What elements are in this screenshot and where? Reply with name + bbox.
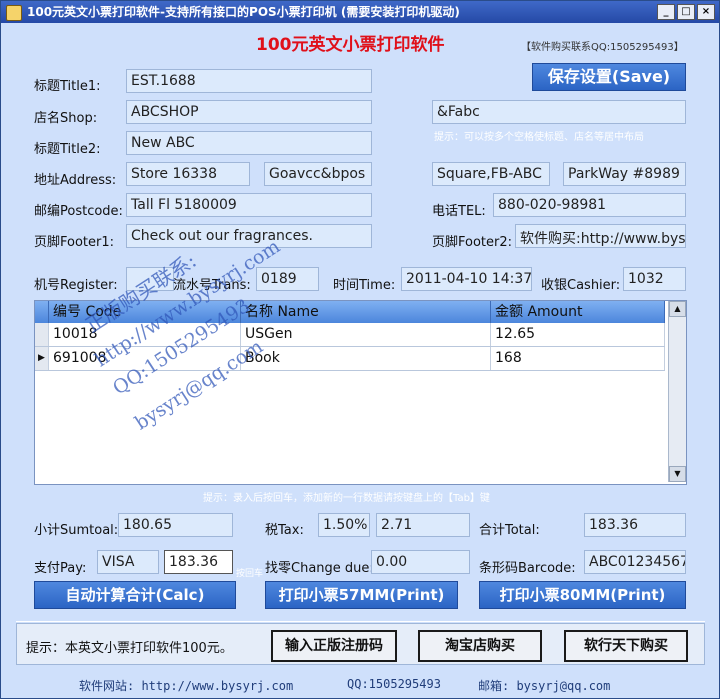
footer2-field[interactable]: 软件购买:http://www.bysyrj <box>515 224 686 248</box>
taobao-buy-button[interactable]: 淘宝店购买 <box>418 630 542 662</box>
pay-amount-input[interactable]: 183.36 <box>164 550 233 574</box>
title-bar: 100元英文小票打印软件-支持所有接口的POS小票打印机 (需要安装打印机驱动)… <box>1 1 719 23</box>
change-label: 找零Change due: <box>265 561 374 576</box>
time-label: 时间Time: <box>333 278 396 293</box>
row-header-corner <box>35 301 49 323</box>
pay-method-field[interactable]: VISA <box>97 550 159 574</box>
maximize-button[interactable]: □ <box>677 4 695 20</box>
cell-name[interactable]: USGen <box>241 323 491 346</box>
qq-text: QQ:1505295493 <box>347 677 441 691</box>
scroll-down-icon[interactable]: ▼ <box>669 466 686 482</box>
address-label: 地址Address: <box>34 173 117 188</box>
subtotal-field[interactable]: 180.65 <box>118 513 233 537</box>
time-field[interactable]: 2011-04-10 14:37 <box>401 267 532 291</box>
title1-field[interactable]: EST.1688 <box>126 69 372 93</box>
window-title: 100元英文小票打印软件-支持所有接口的POS小票打印机 (需要安装打印机驱动) <box>27 5 460 19</box>
barcode-field[interactable]: ABC0123456789 <box>584 550 686 574</box>
row-selector[interactable] <box>35 323 49 346</box>
subtotal-label: 小计Sumtoal: <box>34 523 119 538</box>
tel-field[interactable]: 880-020-98981 <box>493 193 686 217</box>
cell-amount[interactable]: 168 <box>491 347 665 370</box>
tel-label: 电话TEL: <box>432 204 486 219</box>
email-text: 邮箱: bysyrj@qq.com <box>478 679 611 693</box>
tax-rate-field[interactable]: 1.50% <box>318 513 370 537</box>
address3-field[interactable]: Square,FB-ABC <box>432 162 550 186</box>
tax-label: 税Tax: <box>265 523 304 538</box>
title2-label: 标题Title2: <box>34 142 101 157</box>
enter-hint: 按回车 <box>236 569 264 579</box>
trans-field[interactable]: 0189 <box>256 267 319 291</box>
title1-label: 标题Title1: <box>34 79 101 94</box>
price-notice: 提示：本英文小票打印软件100元。 <box>26 641 233 656</box>
cashier-field[interactable]: 1032 <box>623 267 686 291</box>
shop2-field[interactable]: &Fabc <box>432 100 686 124</box>
address1-field[interactable]: Store 16338 <box>126 162 250 186</box>
total-field[interactable]: 183.36 <box>584 513 686 537</box>
address2-field[interactable]: Goavcc&bpos <box>264 162 372 186</box>
shop-field[interactable]: ABCSHOP <box>126 100 372 124</box>
register-label: 机号Register: <box>34 278 118 293</box>
footer1-field[interactable]: Check out our fragrances. <box>126 224 372 248</box>
scroll-up-icon[interactable]: ▲ <box>669 301 686 317</box>
register-code-button[interactable]: 输入正版注册码 <box>271 630 397 662</box>
total-label: 合计Total: <box>479 523 540 538</box>
contact-text: 【软件购买联系QQ:1505295493】 <box>521 42 684 53</box>
shop-label: 店名Shop: <box>34 111 98 126</box>
title2-field[interactable]: New ABC <box>126 131 372 155</box>
minimize-button[interactable]: _ <box>657 4 675 20</box>
close-button[interactable]: × <box>697 4 715 20</box>
col-header-name[interactable]: 名称 Name <box>241 301 491 323</box>
spaces-hint: 提示：可以按多个空格使标题、店名等居中布局 <box>434 132 644 143</box>
app-heading: 100元英文小票打印软件 <box>256 35 445 55</box>
grid-hint: 提示：录入后按回车，添加新的一行数据请按键盘上的【Tab】键 <box>203 493 490 504</box>
footer2-label: 页脚Footer2: <box>432 235 513 250</box>
address4-field[interactable]: ParkWay #8989 <box>563 162 686 186</box>
change-field[interactable]: 0.00 <box>371 550 470 574</box>
cashier-label: 收银Cashier: <box>541 278 621 293</box>
col-header-amount[interactable]: 金额 Amount <box>491 301 665 323</box>
website-text: 软件网站: http://www.bysyrj.com <box>79 679 294 693</box>
main-window: 100元英文小票打印软件-支持所有接口的POS小票打印机 (需要安装打印机驱动)… <box>0 0 720 699</box>
grid-scrollbar[interactable]: ▲ ▼ <box>668 301 686 482</box>
footer1-label: 页脚Footer1: <box>34 235 115 250</box>
barcode-label: 条形码Barcode: <box>479 561 576 576</box>
cell-name[interactable]: Book <box>241 347 491 370</box>
cell-amount[interactable]: 12.65 <box>491 323 665 346</box>
app-icon <box>6 5 22 21</box>
current-row-indicator-icon[interactable]: ▶ <box>35 347 49 370</box>
print-57mm-button[interactable]: 打印小票57MM(Print) <box>265 581 458 609</box>
tax-field[interactable]: 2.71 <box>376 513 470 537</box>
calc-button[interactable]: 自动计算合计(Calc) <box>34 581 236 609</box>
ruanxing-buy-button[interactable]: 软行天下购买 <box>564 630 688 662</box>
pay-label: 支付Pay: <box>34 561 87 576</box>
print-80mm-button[interactable]: 打印小票80MM(Print) <box>479 581 686 609</box>
divider <box>16 621 705 622</box>
postcode-field[interactable]: Tall Fl 5180009 <box>126 193 372 217</box>
postcode-label: 邮编Postcode: <box>34 204 123 219</box>
save-button[interactable]: 保存设置(Save) <box>532 63 686 91</box>
